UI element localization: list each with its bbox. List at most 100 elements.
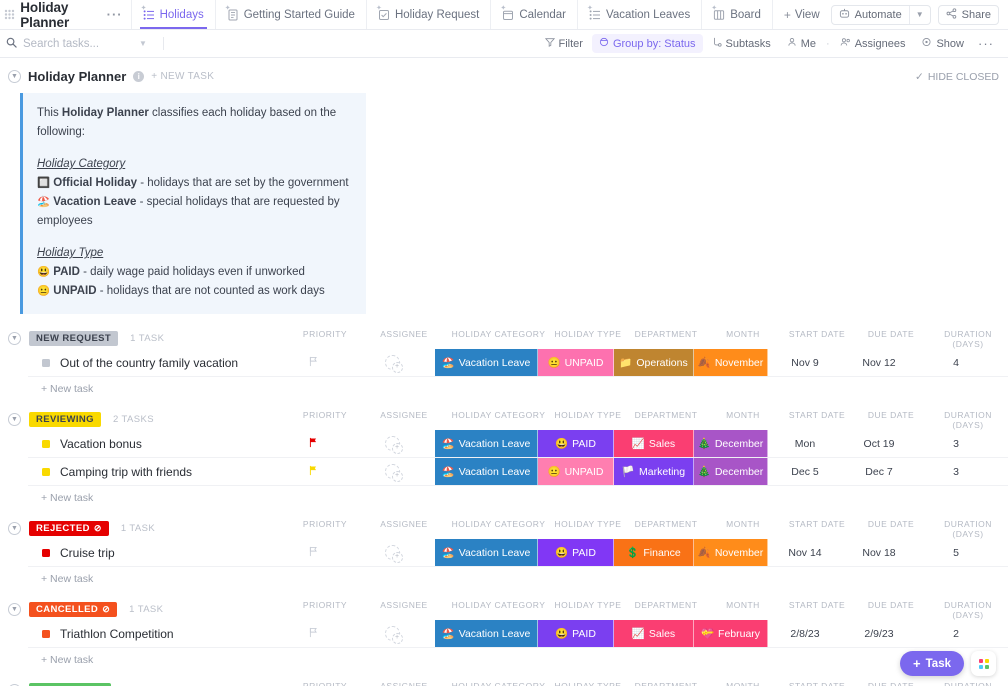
- cell-assignee[interactable]: [349, 458, 435, 485]
- add-new-task-button[interactable]: + New task: [0, 567, 1008, 585]
- cell-priority[interactable]: [277, 620, 349, 647]
- cell-task-name[interactable]: Triathlon Competition: [28, 620, 277, 647]
- filter-button[interactable]: Filter: [538, 34, 590, 53]
- tab-board[interactable]: ✦ Board: [702, 0, 773, 29]
- collapse-group-icon[interactable]: ▼: [8, 332, 21, 345]
- chevron-down-icon[interactable]: ▼: [910, 10, 930, 19]
- tab-vacation-leaves[interactable]: ✦ Vacation Leaves: [578, 0, 703, 29]
- cell-month[interactable]: 🍂 November: [694, 539, 768, 566]
- column-header-category[interactable]: HOLIDAY CATEGORY: [447, 410, 550, 430]
- cell-priority[interactable]: [277, 349, 349, 376]
- column-header-department[interactable]: DEPARTMENT: [626, 329, 706, 349]
- app-title-more-button[interactable]: ···: [105, 7, 125, 22]
- cell-assignee[interactable]: [349, 349, 435, 376]
- cell-category[interactable]: 🏖️ Vacation Leave: [435, 458, 538, 485]
- column-header-duration[interactable]: DURATION (DAYS): [928, 519, 1008, 539]
- automate-button[interactable]: Automate ▼: [830, 4, 931, 25]
- cell-category[interactable]: 🏖️ Vacation Leave: [435, 349, 538, 376]
- cell-month[interactable]: 🎄 December: [694, 458, 768, 485]
- column-header-month[interactable]: MONTH: [706, 681, 780, 686]
- cell-task-name[interactable]: Camping trip with friends: [28, 458, 277, 485]
- cell-duration[interactable]: 3: [916, 458, 996, 485]
- cell-duration[interactable]: 5: [916, 539, 996, 566]
- cell-month[interactable]: 🍂 November: [694, 349, 768, 376]
- column-header-type[interactable]: HOLIDAY TYPE: [550, 329, 626, 349]
- cell-start-date[interactable]: Dec 5: [768, 458, 842, 485]
- cell-type[interactable]: 😐 UNPAID: [538, 458, 614, 485]
- column-header-category[interactable]: HOLIDAY CATEGORY: [447, 329, 550, 349]
- cell-category[interactable]: 🏖️ Vacation Leave: [435, 620, 538, 647]
- column-header-assignee[interactable]: ASSIGNEE: [361, 519, 447, 539]
- add-assignee-icon[interactable]: [384, 626, 403, 644]
- me-button[interactable]: Me: [780, 34, 823, 53]
- cell-due-date[interactable]: Nov 18: [842, 539, 916, 566]
- cell-due-date[interactable]: Nov 12: [842, 349, 916, 376]
- add-assignee-icon[interactable]: [384, 545, 403, 563]
- cell-task-name[interactable]: Vacation bonus: [28, 430, 277, 457]
- cell-task-name[interactable]: Cruise trip: [28, 539, 277, 566]
- assignees-button[interactable]: Assignees: [833, 34, 913, 53]
- column-header-assignee[interactable]: ASSIGNEE: [361, 600, 447, 620]
- column-header-due[interactable]: DUE DATE: [854, 600, 928, 620]
- cell-start-date[interactable]: Nov 14: [768, 539, 842, 566]
- search-input[interactable]: [23, 37, 133, 50]
- column-header-start[interactable]: START DATE: [780, 681, 854, 686]
- add-assignee-icon[interactable]: [384, 464, 403, 482]
- column-header-department[interactable]: DEPARTMENT: [626, 410, 706, 430]
- add-assignee-icon[interactable]: [384, 436, 403, 454]
- cell-assignee[interactable]: [349, 430, 435, 457]
- column-header-priority[interactable]: PRIORITY: [289, 519, 361, 539]
- collapse-group-icon[interactable]: ▼: [8, 413, 21, 426]
- status-dot-icon[interactable]: [42, 358, 50, 367]
- column-header-month[interactable]: MONTH: [706, 600, 780, 620]
- drag-grip-icon[interactable]: [0, 0, 18, 29]
- subtasks-button[interactable]: Subtasks: [705, 34, 778, 53]
- column-header-start[interactable]: START DATE: [780, 519, 854, 539]
- cell-type[interactable]: 😃 PAID: [538, 620, 614, 647]
- search-chevron-down-icon[interactable]: ▼: [139, 39, 147, 48]
- column-header-month[interactable]: MONTH: [706, 410, 780, 430]
- toolbar-more-button[interactable]: ···: [973, 36, 999, 51]
- cell-priority[interactable]: [277, 458, 349, 485]
- add-new-task-button[interactable]: + New task: [0, 377, 1008, 395]
- status-dot-icon[interactable]: [42, 439, 50, 448]
- status-dot-icon[interactable]: [42, 467, 50, 476]
- cell-duration[interactable]: 2: [916, 620, 996, 647]
- tab-holiday-request[interactable]: ✦ Holiday Request: [367, 0, 492, 29]
- hide-closed-button[interactable]: ✓ HIDE CLOSED: [915, 71, 999, 83]
- create-task-button[interactable]: + Task: [900, 651, 964, 676]
- column-header-start[interactable]: START DATE: [780, 600, 854, 620]
- cell-start-date[interactable]: Nov 9: [768, 349, 842, 376]
- column-header-duration[interactable]: DURATION (DAYS): [928, 600, 1008, 620]
- column-header-category[interactable]: HOLIDAY CATEGORY: [447, 519, 550, 539]
- column-header-type[interactable]: HOLIDAY TYPE: [550, 681, 626, 686]
- column-header-assignee[interactable]: ASSIGNEE: [361, 329, 447, 349]
- cell-due-date[interactable]: 2/9/23: [842, 620, 916, 647]
- cell-assignee[interactable]: [349, 620, 435, 647]
- cell-month[interactable]: 💝 February: [694, 620, 768, 647]
- cell-type[interactable]: 😃 PAID: [538, 539, 614, 566]
- column-header-priority[interactable]: PRIORITY: [289, 600, 361, 620]
- cell-duration[interactable]: 4: [916, 349, 996, 376]
- status-badge[interactable]: CANCELLED ⊘: [29, 602, 118, 617]
- add-assignee-icon[interactable]: [384, 355, 403, 373]
- cell-duration[interactable]: 3: [916, 430, 996, 457]
- table-row[interactable]: Triathlon Competition 🏖️Vacation Leave😃PA…: [28, 620, 1008, 648]
- cell-assignee[interactable]: [349, 539, 435, 566]
- column-header-category[interactable]: HOLIDAY CATEGORY: [447, 600, 550, 620]
- column-header-type[interactable]: HOLIDAY TYPE: [550, 600, 626, 620]
- tab-holidays[interactable]: ✦ Holidays: [130, 0, 216, 29]
- cell-start-date[interactable]: 2/8/23: [768, 620, 842, 647]
- cell-month[interactable]: 🎄 December: [694, 430, 768, 457]
- collapse-group-icon[interactable]: ▼: [8, 603, 21, 616]
- table-row[interactable]: Out of the country family vacation 🏖️Vaca…: [28, 349, 1008, 377]
- column-header-assignee[interactable]: ASSIGNEE: [361, 681, 447, 686]
- column-header-duration[interactable]: DURATION (DAYS): [928, 329, 1008, 349]
- table-row[interactable]: Camping trip with friends 🏖️Vacation Leav…: [28, 458, 1008, 486]
- search-box[interactable]: ▼: [6, 35, 156, 53]
- column-header-due[interactable]: DUE DATE: [854, 681, 928, 686]
- column-header-type[interactable]: HOLIDAY TYPE: [550, 519, 626, 539]
- column-header-department[interactable]: DEPARTMENT: [626, 681, 706, 686]
- add-new-task-button[interactable]: + New task: [0, 648, 1008, 666]
- column-header-department[interactable]: DEPARTMENT: [626, 600, 706, 620]
